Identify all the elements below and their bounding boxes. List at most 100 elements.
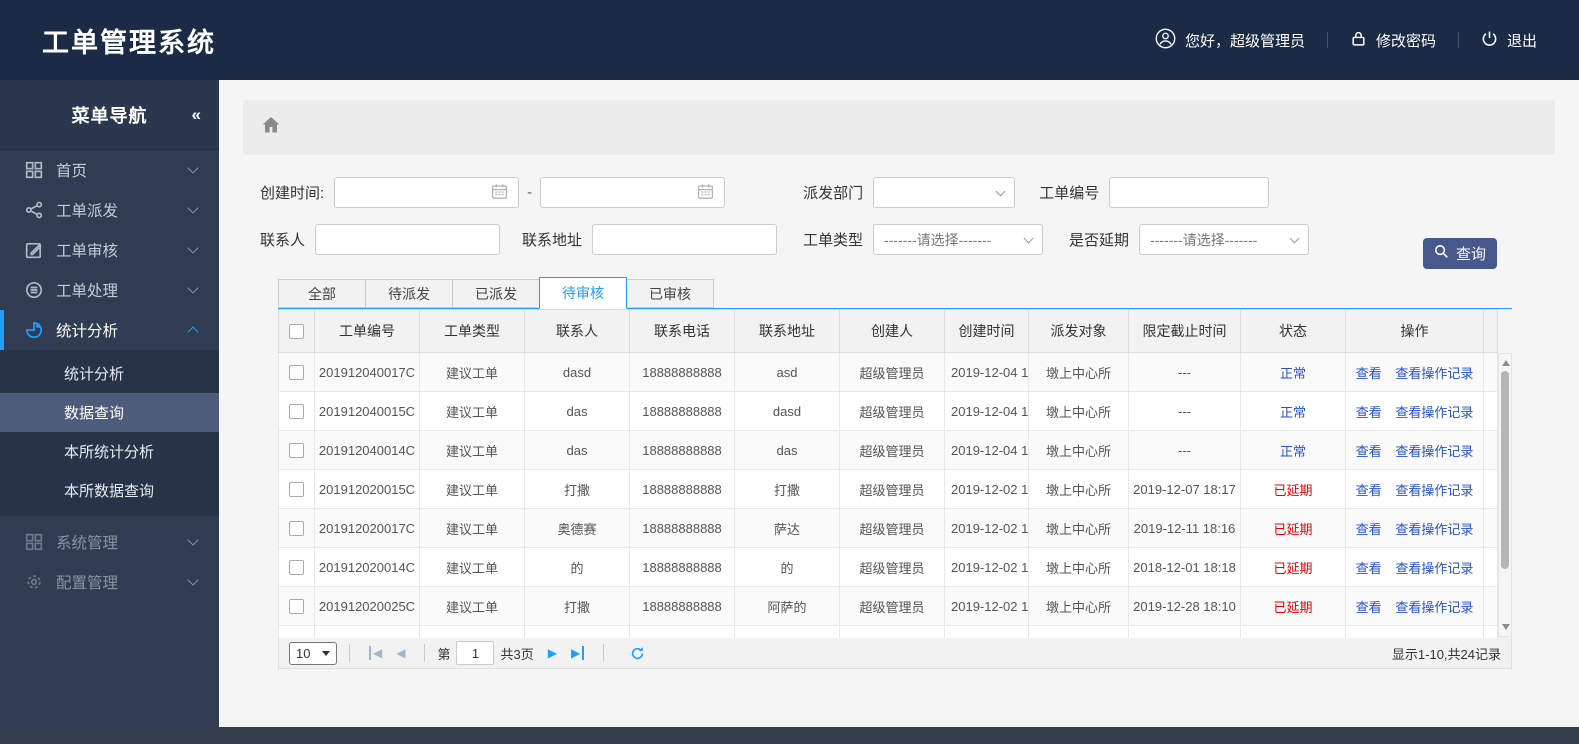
cell-spacer [1483,625,1498,638]
chevron-down-icon [1023,233,1034,243]
status-badge: 正常 [1240,430,1346,470]
main-content: 创建时间: - 派发部门 工单编号 联系人 联系地址 工单类型 -------请… [219,80,1579,727]
view-link[interactable]: 查看 [1356,366,1382,381]
status-badge: 已延期 [1240,547,1346,587]
cell-order-no: 201912020014C [314,547,420,587]
row-checkbox[interactable] [289,599,304,615]
cell-actions: 查看 查看操作记录 [1345,625,1484,638]
delay-select[interactable]: -------请选择------- [1139,224,1310,255]
row-checkbox[interactable] [289,560,304,576]
submenu-item-data-query[interactable]: 数据查询 [0,393,219,432]
cell-order-no: 201912040014C [314,430,420,470]
calendar-icon[interactable] [491,183,508,203]
view-log-link[interactable]: 查看操作记录 [1395,522,1473,537]
create-time-from-input[interactable] [334,177,520,208]
tab-pending-dispatch[interactable]: 待派发 [365,279,453,308]
row-checkbox[interactable] [289,365,304,381]
cell-contact: 打撒 [524,586,630,626]
cell-created: 2019-12-02 16 [944,547,1029,587]
view-link[interactable]: 查看 [1356,561,1382,576]
view-link[interactable]: 查看 [1356,483,1382,498]
table-row: 201912020014C 建议工单 的 18888888888 的 超级管理员… [278,547,1498,587]
table-row: 201912020017C 建议工单 奥德赛 18888888888 萨达 超级… [278,508,1498,548]
view-log-link[interactable]: 查看操作记录 [1395,366,1473,381]
sidebar-item-system[interactable]: 系统管理 [0,522,219,562]
last-page-button[interactable]: ▶ [570,646,585,660]
view-log-link[interactable]: 查看操作记录 [1395,483,1473,498]
user-greeting[interactable]: 您好，超级管理员 [1155,28,1305,53]
view-link[interactable]: 查看 [1356,405,1382,420]
dispatch-dept-select[interactable] [873,177,1016,208]
contact-input[interactable] [315,224,501,255]
cell-phone: 18888888888 [629,352,735,392]
scroll-up-arrow-icon[interactable] [1502,360,1510,366]
tab-all[interactable]: 全部 [278,279,366,308]
sidebar-item-process[interactable]: 工单处理 [0,270,219,310]
view-link[interactable]: 查看 [1356,444,1382,459]
row-checkbox[interactable] [289,443,304,459]
tab-dispatched[interactable]: 已派发 [452,279,540,308]
cell-created: 2019-12-04 15 [944,430,1029,470]
sidebar-item-statistics[interactable]: 统计分析 [0,310,219,350]
select-all-checkbox[interactable] [289,324,304,340]
row-checkbox[interactable] [289,521,304,537]
change-password-link[interactable]: 修改密码 [1350,30,1436,51]
submenu-item-statistics[interactable]: 统计分析 [0,354,219,393]
pagination-bar: 10 ◀ ◀ 第 共3页 ▶ ▶ 显示1-10,共24记录 [278,638,1512,669]
table-row: 查看 查看操作记录 [278,625,1498,638]
cell-target: 墩上中心所 [1028,547,1129,587]
cell-creator: 超级管理员 [839,469,945,509]
chevron-down-icon [187,282,199,294]
next-page-button[interactable]: ▶ [548,647,557,659]
col-creator: 创建人 [839,309,945,353]
cell-deadline: --- [1128,391,1241,431]
sidebar-item-review[interactable]: 工单审核 [0,230,219,270]
view-log-link[interactable]: 查看操作记录 [1395,444,1473,459]
sidebar-item-home[interactable]: 首页 [0,150,219,190]
submenu-item-branch-statistics[interactable]: 本所统计分析 [0,432,219,471]
cell-actions: 查看 查看操作记录 [1345,469,1484,509]
sidebar-item-dispatch[interactable]: 工单派发 [0,190,219,230]
select-all-cell [278,309,315,353]
calendar-icon[interactable] [697,183,714,203]
page-number-input[interactable] [456,641,495,665]
view-link[interactable]: 查看 [1356,522,1382,537]
cell-order-type: 建议工单 [419,352,525,392]
scrollbar-thumb[interactable] [1501,371,1509,569]
cell-order-no [314,625,420,638]
tab-pending-review[interactable]: 待审核 [539,277,627,309]
sidebar-title: 菜单导航 « [0,80,219,150]
order-type-select[interactable]: -------请选择------- [873,224,1044,255]
query-button[interactable]: 查询 [1423,238,1497,269]
first-page-button[interactable]: ◀ [369,646,383,660]
page-size-select[interactable]: 10 [289,641,337,665]
status-badge: 正常 [1240,391,1346,431]
create-time-to-input[interactable] [540,177,726,208]
cell-spacer [1483,352,1498,392]
status-badge: 已延期 [1240,508,1346,548]
view-link[interactable]: 查看 [1356,600,1382,615]
order-no-input[interactable] [1109,177,1270,208]
cell-order-type [419,625,525,638]
home-icon[interactable] [261,115,281,140]
refresh-icon[interactable] [630,646,645,661]
cell-order-type: 建议工单 [419,469,525,509]
cell-address: 的 [734,547,840,587]
address-input[interactable] [592,224,778,255]
cell-address: asd [734,352,840,392]
collapse-sidebar-button[interactable]: « [192,105,202,125]
tab-reviewed[interactable]: 已审核 [626,279,714,308]
row-checkbox[interactable] [289,482,304,498]
sidebar-item-config[interactable]: 配置管理 [0,562,219,602]
view-log-link[interactable]: 查看操作记录 [1395,600,1473,615]
edit-icon [25,241,43,259]
logout-link[interactable]: 退出 [1481,30,1537,51]
prev-page-button[interactable]: ◀ [396,647,405,659]
scroll-down-arrow-icon[interactable] [1502,624,1510,630]
submenu-item-branch-data-query[interactable]: 本所数据查询 [0,471,219,510]
view-log-link[interactable]: 查看操作记录 [1395,405,1473,420]
table-scrollbar[interactable] [1498,353,1512,637]
cell-actions: 查看 查看操作记录 [1345,547,1484,587]
view-log-link[interactable]: 查看操作记录 [1395,561,1473,576]
row-checkbox[interactable] [289,404,304,420]
